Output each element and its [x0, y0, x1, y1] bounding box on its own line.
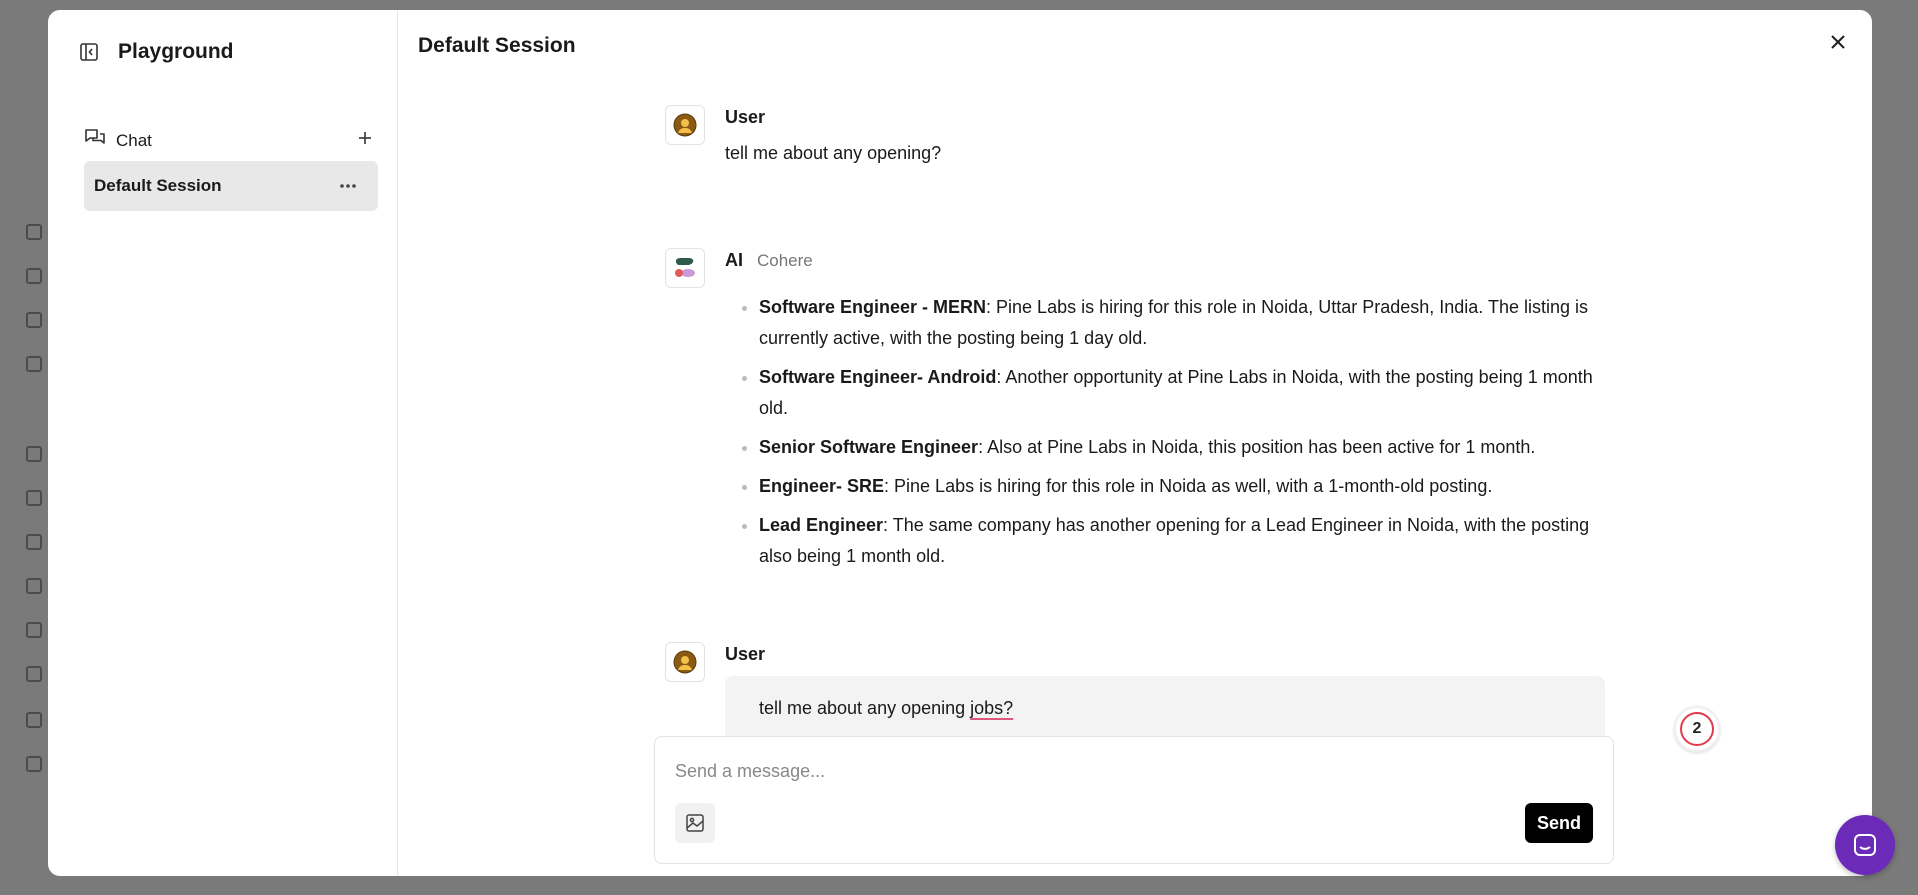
user-avatar-icon	[665, 642, 705, 682]
session-more-button[interactable]	[334, 174, 362, 198]
notification-badge[interactable]: 2	[1674, 706, 1720, 752]
playground-sidebar: Playground Chat Default Session	[48, 10, 398, 876]
message-sender: User	[725, 107, 766, 127]
job-title: Software Engineer - MERN	[759, 297, 987, 317]
job-title: Software Engineer- Android	[759, 367, 997, 387]
job-description: : Pine Labs is hiring for this role in N…	[884, 476, 1493, 496]
job-description: : Also at Pine Labs in Noida, this posit…	[978, 437, 1536, 457]
message-composer: Send	[654, 736, 1614, 864]
message-text: tell me about any opening	[759, 698, 971, 718]
close-icon	[1831, 35, 1845, 49]
sidebar-title: Playground	[118, 40, 234, 63]
user-avatar-icon	[665, 105, 705, 145]
job-title: Engineer- SRE	[759, 476, 885, 496]
message-input[interactable]	[673, 755, 1577, 787]
session-item-label: Default Session	[94, 176, 222, 195]
image-upload-icon	[686, 814, 704, 832]
help-chat-button[interactable]	[1835, 815, 1895, 875]
ai-model-label: Cohere	[757, 251, 813, 270]
badge-count: 2	[1680, 712, 1714, 746]
list-item: Software Engineer- Android: Another oppo…	[759, 362, 1605, 424]
chat-section-label: Chat	[116, 130, 152, 150]
sidebar-collapse-icon[interactable]	[78, 41, 100, 63]
ai-sender-label: AI	[725, 250, 743, 270]
message-sender: AI Cohere	[725, 250, 813, 271]
plus-icon	[359, 132, 371, 144]
chat-section-header: Chat	[84, 128, 378, 153]
playground-modal: Playground Chat Default Session Default …	[48, 10, 1872, 876]
job-description: : The same company has another opening f…	[759, 515, 1590, 566]
session-item[interactable]: Default Session	[84, 161, 378, 211]
chat-bubble-icon	[1854, 834, 1876, 856]
job-title: Senior Software Engineer	[759, 437, 979, 457]
session-title: Default Session	[418, 34, 576, 57]
list-item: Engineer- SRE: Pine Labs is hiring for t…	[759, 471, 1605, 502]
new-session-button[interactable]	[352, 125, 378, 151]
editable-message-bubble[interactable]: tell me about any opening jobs?	[725, 676, 1605, 736]
ai-response-list: Software Engineer - MERN : Pine Labs is h…	[725, 292, 1605, 580]
chat-panel: Default Session User tell me about any o…	[398, 10, 1872, 876]
list-item: Lead Engineer: The same company has anot…	[759, 510, 1605, 572]
more-horizontal-icon	[340, 184, 356, 188]
list-item: Senior Software Engineer: Also at Pine L…	[759, 432, 1605, 463]
cohere-logo-icon	[665, 248, 705, 288]
spellcheck-flagged-word[interactable]: jobs?	[970, 698, 1013, 718]
send-button[interactable]: Send	[1525, 803, 1593, 843]
close-button[interactable]	[1824, 28, 1852, 56]
job-title: Lead Engineer	[759, 515, 884, 535]
sidebar-header: Playground	[78, 40, 234, 64]
message-text: tell me about any opening?	[725, 143, 942, 163]
list-item: Software Engineer - MERN: Pine Labs is h…	[759, 292, 1605, 354]
message-sender: User	[725, 644, 766, 664]
chat-icon	[84, 128, 106, 153]
image-upload-button[interactable]	[675, 803, 715, 843]
